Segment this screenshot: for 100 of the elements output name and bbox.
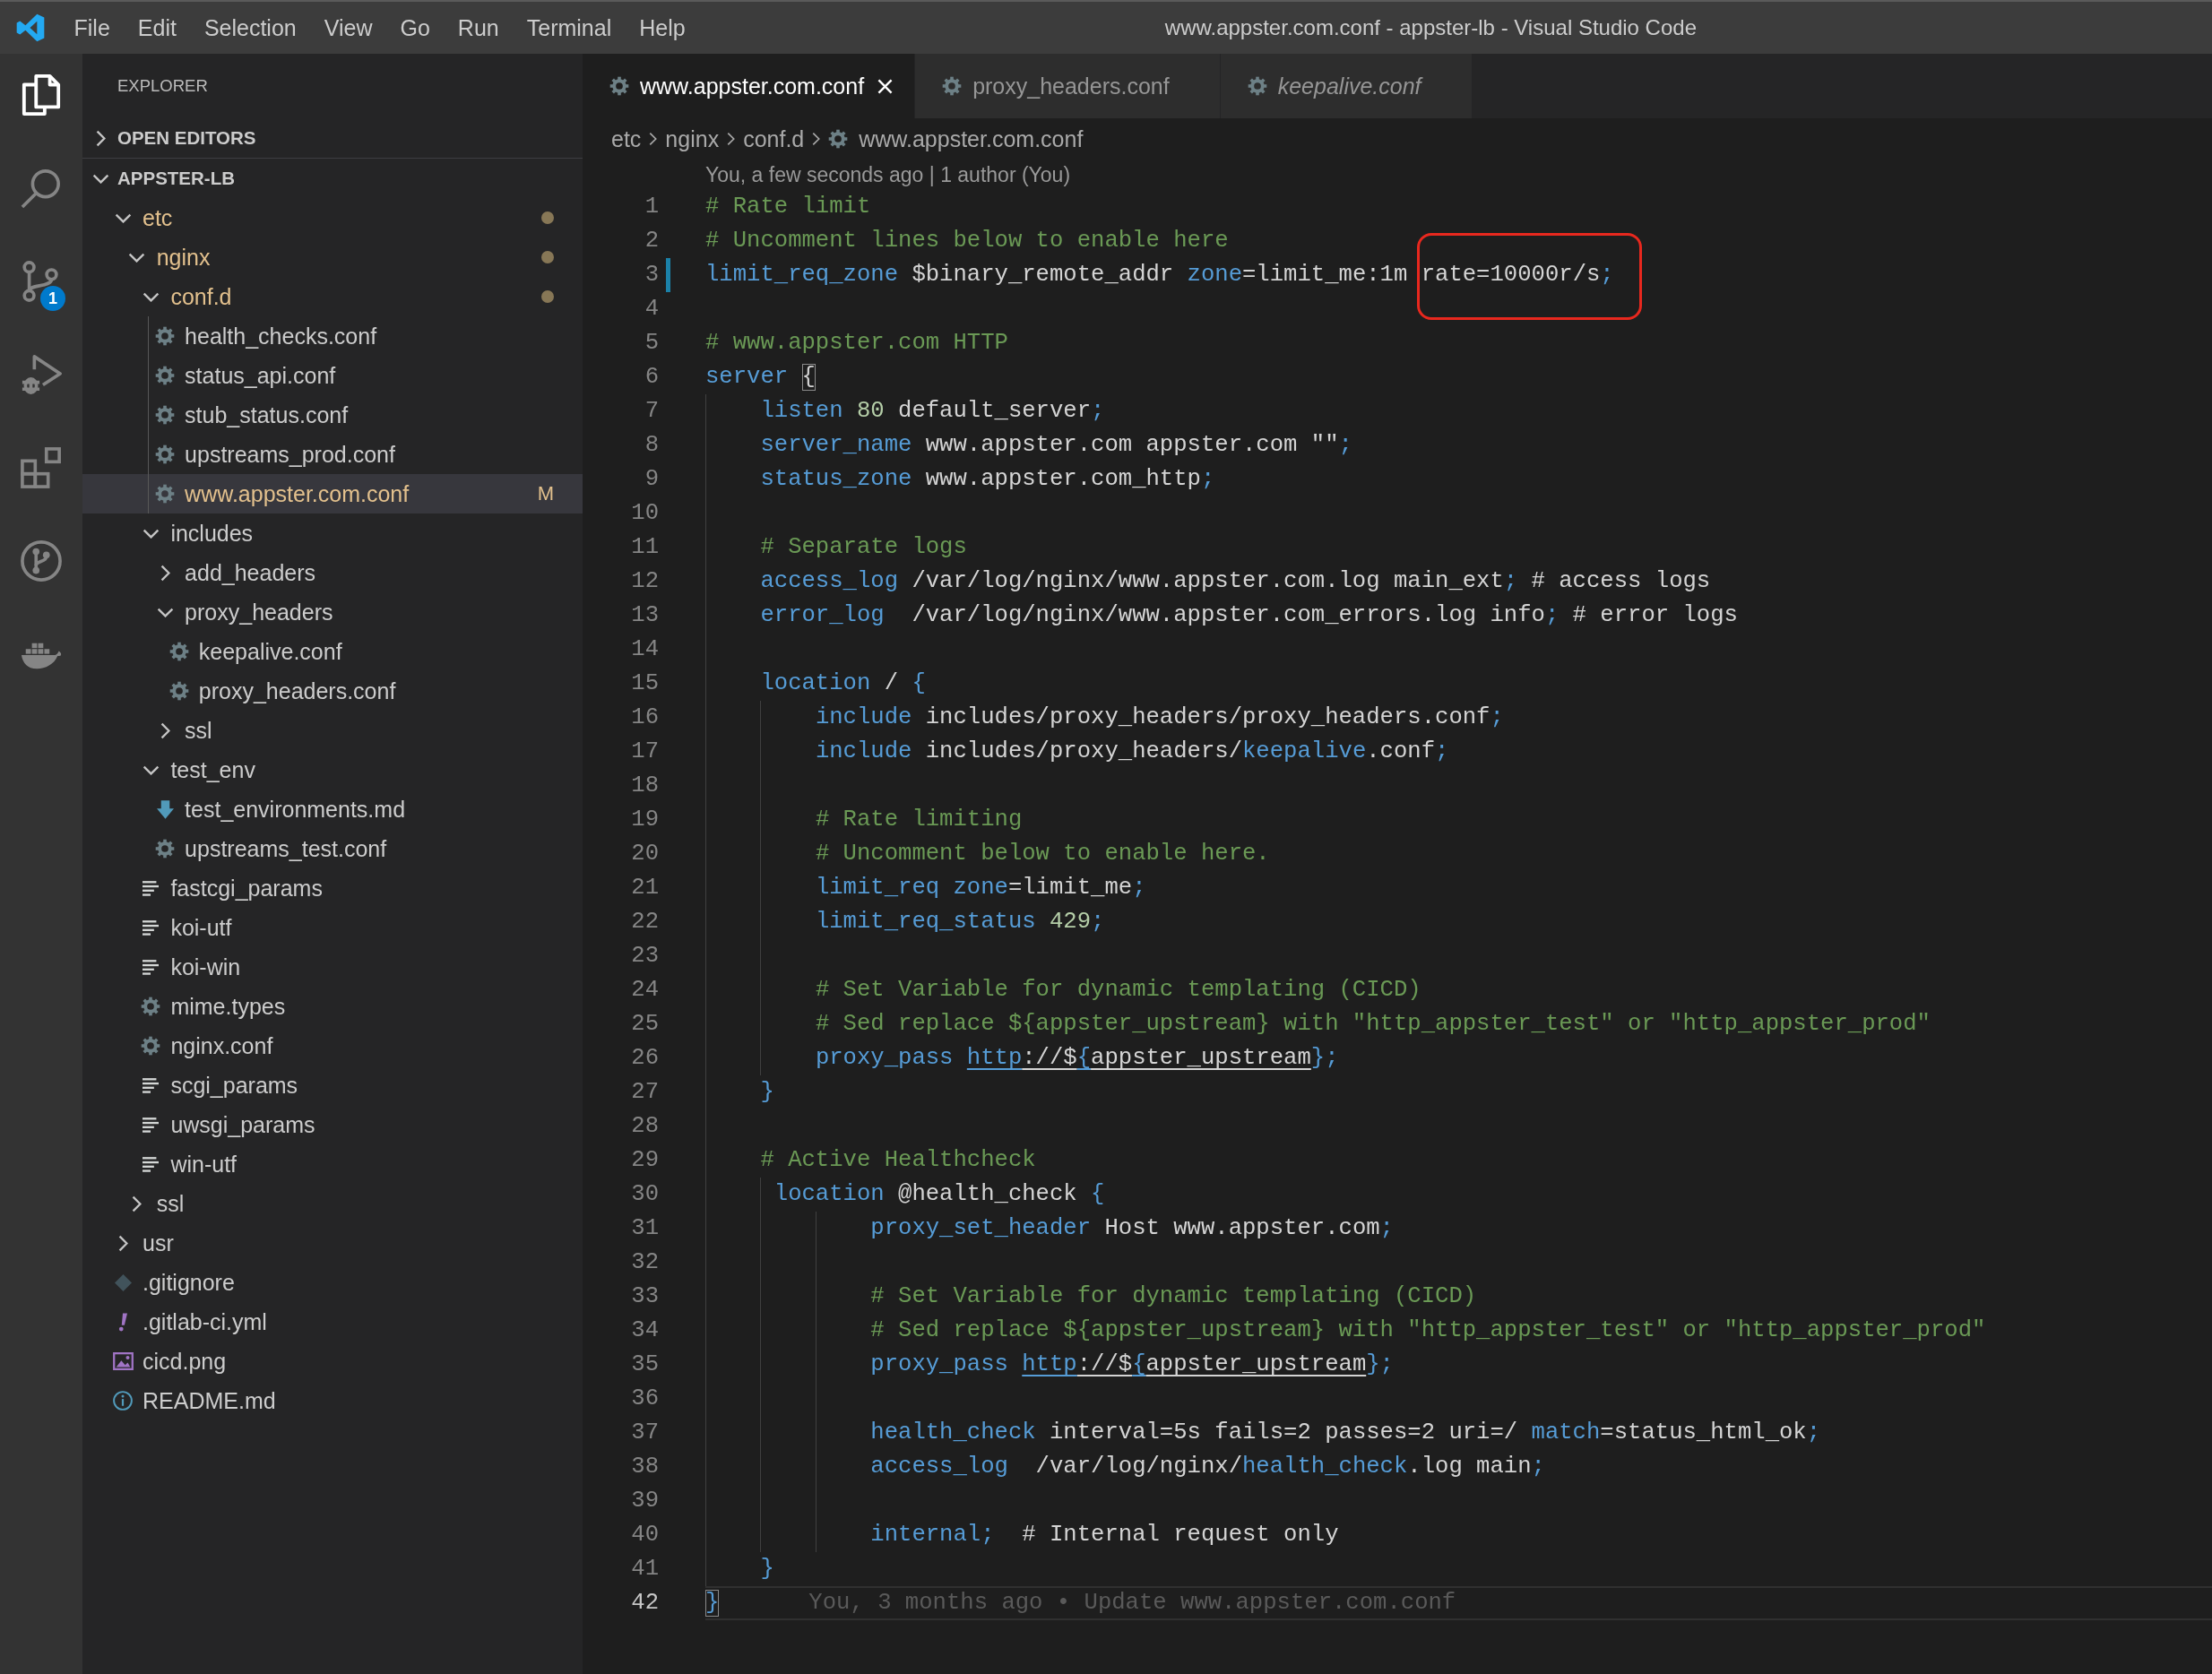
chevron-right-icon[interactable] xyxy=(117,1234,128,1252)
line-number: 20 xyxy=(630,840,659,868)
gear-icon xyxy=(141,997,161,1016)
menu-item[interactable]: Go xyxy=(386,2,445,54)
tree-item[interactable]: stub_status.conf xyxy=(82,395,583,435)
code-line: proxy_pass http://${appster_upstream}; xyxy=(870,1350,1394,1379)
tree-item[interactable]: upstreams_test.conf xyxy=(82,829,583,868)
code-line: location @health_check { xyxy=(773,1180,1105,1209)
menu-item[interactable]: View xyxy=(310,2,386,54)
line-number: 25 xyxy=(630,1010,659,1039)
chevron-right-icon[interactable] xyxy=(160,721,170,739)
tree-item[interactable]: nginx xyxy=(82,237,583,277)
line-number: 3 xyxy=(644,261,659,289)
editor-tab[interactable]: keepalive.conf xyxy=(1220,54,1473,118)
documents-icon[interactable] xyxy=(21,74,62,116)
breadcrumb-item[interactable]: conf.d xyxy=(743,125,805,152)
tree-item[interactable]: .gitignore xyxy=(82,1263,583,1302)
chevron-down-icon[interactable] xyxy=(142,291,160,302)
text-lines-icon xyxy=(143,880,160,896)
tree-item[interactable]: health_checks.conf xyxy=(82,316,583,356)
section-header[interactable]: APPSTER-LB xyxy=(82,158,583,198)
tree-item[interactable]: test_env xyxy=(82,750,583,790)
tree-item[interactable]: proxy_headers xyxy=(82,592,583,632)
code-line: # Uncomment lines below to enable here xyxy=(705,227,1229,255)
tree-item[interactable]: nginx.conf xyxy=(82,1026,583,1066)
gear-icon xyxy=(141,1036,161,1056)
tree-item[interactable]: etc xyxy=(82,198,583,237)
gear-icon xyxy=(155,405,176,425)
line-number: 8 xyxy=(644,431,659,460)
text-lines-icon xyxy=(143,1117,160,1133)
menu-item[interactable]: File xyxy=(60,2,125,54)
chevron-down-icon[interactable] xyxy=(128,252,146,263)
tree-item[interactable]: usr xyxy=(82,1223,583,1263)
tree-item[interactable]: add_headers xyxy=(82,553,583,592)
line-number: 24 xyxy=(630,976,659,1005)
gear-icon xyxy=(609,76,629,96)
code-line: # Active Healthcheck xyxy=(760,1146,1036,1175)
tree-item[interactable]: conf.d xyxy=(82,277,583,316)
code-line: internal; # Internal request only xyxy=(870,1521,1339,1549)
tree-item[interactable]: keepalive.conf xyxy=(82,632,583,671)
chevron-down-icon[interactable] xyxy=(114,212,132,223)
tree-item[interactable]: cicd.png xyxy=(82,1342,583,1381)
chevron-right-icon[interactable] xyxy=(132,1195,143,1212)
diamond-icon xyxy=(114,1273,132,1291)
code-line: server_name www.appster.com appster.com ""; xyxy=(760,431,1352,460)
menu-item[interactable]: Edit xyxy=(124,2,191,54)
code-line: health_check interval=5s fails=2 passes=2 uri=/ match=status_html_ok; xyxy=(870,1419,1821,1447)
tree-item[interactable]: upstreams_prod.conf xyxy=(82,435,583,474)
chevron-right-icon xyxy=(727,132,736,146)
code-line: proxy_pass http://${appster_upstream}; xyxy=(815,1044,1339,1073)
tree-item[interactable]: win-utf xyxy=(82,1144,583,1184)
tree-item[interactable]: ssl xyxy=(82,711,583,750)
tree-item[interactable]: status_api.conf xyxy=(82,356,583,395)
tree-item[interactable]: scgi_params xyxy=(82,1066,583,1105)
menu-item[interactable]: Run xyxy=(444,2,514,54)
tree-item[interactable]: .gitlab-ci.yml xyxy=(82,1302,583,1342)
menu-item[interactable]: Selection xyxy=(190,2,311,54)
section-header[interactable]: OPEN EDITORS xyxy=(82,118,583,158)
line-number: 14 xyxy=(630,635,659,664)
search-icon[interactable] xyxy=(21,168,62,209)
line-number: 28 xyxy=(630,1112,659,1141)
line-number: 31 xyxy=(630,1214,659,1243)
editor-tab[interactable]: www.appster.com.conf xyxy=(583,54,916,118)
code-line: # Separate logs xyxy=(760,533,967,562)
code-line: include includes/proxy_headers/proxy_headers.conf; xyxy=(815,703,1504,732)
squares-icon[interactable] xyxy=(21,447,62,488)
code-line: status_zone www.appster.com_http; xyxy=(760,465,1215,494)
play-bug-icon[interactable] xyxy=(21,354,62,395)
line-number: 11 xyxy=(630,533,659,562)
code-line: server { xyxy=(705,363,816,393)
tree-item[interactable]: includes xyxy=(82,513,583,553)
line-number: 39 xyxy=(630,1487,659,1515)
menu-item[interactable]: Help xyxy=(625,2,700,54)
tree-item[interactable]: www.appster.com.conf M xyxy=(82,474,583,513)
tree-item[interactable]: koi-utf xyxy=(82,908,583,947)
menu-item[interactable]: Terminal xyxy=(513,2,626,54)
tree-item[interactable]: proxy_headers.conf xyxy=(82,671,583,711)
close-icon[interactable] xyxy=(877,78,894,94)
tree-item[interactable]: test_environments.md xyxy=(82,790,583,829)
tree-item[interactable]: koi-win xyxy=(82,947,583,987)
gear-icon xyxy=(155,839,176,859)
breadcrumb-item[interactable]: www.appster.com.conf xyxy=(828,125,1084,152)
tree-item[interactable]: fastcgi_params xyxy=(82,868,583,908)
chevron-right-icon[interactable] xyxy=(160,564,170,582)
breadcrumb-item[interactable]: etc xyxy=(611,125,642,152)
chevron-down-icon[interactable] xyxy=(156,607,174,617)
branch-circle-icon[interactable] xyxy=(21,540,62,582)
tree-item[interactable]: mime.types xyxy=(82,987,583,1026)
tree-item[interactable]: ssl xyxy=(82,1184,583,1223)
editor-tab[interactable]: proxy_headers.conf xyxy=(915,54,1221,118)
tree-item[interactable]: uwsgi_params xyxy=(82,1105,583,1144)
code-line: # Sed replace ${appster_upstream} with "http_appster_test" or "http_appster_prod" xyxy=(870,1316,1986,1345)
chevron-down-icon[interactable] xyxy=(142,764,160,775)
breadcrumb-item[interactable]: nginx xyxy=(665,125,720,152)
line-number: 9 xyxy=(644,465,659,494)
chevron-right-icon xyxy=(95,129,106,147)
codelens-text[interactable]: You, a few seconds ago | 1 author (You) xyxy=(705,162,1071,187)
tree-item[interactable]: README.md xyxy=(82,1381,583,1420)
chevron-down-icon[interactable] xyxy=(142,528,160,539)
line-number: 41 xyxy=(630,1555,659,1583)
